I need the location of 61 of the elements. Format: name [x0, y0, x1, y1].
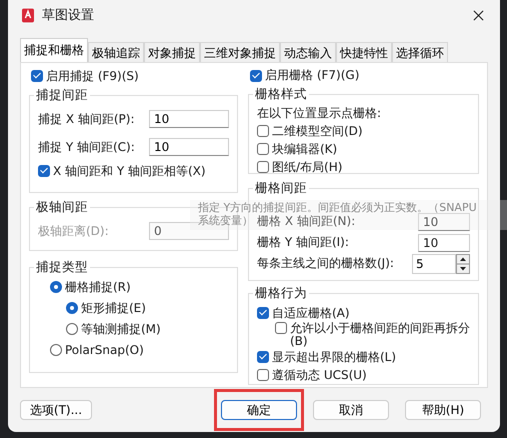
caption-text: 在以下位置显示点栅格: — [257, 105, 382, 122]
group-title: 捕捉间距 — [35, 87, 89, 104]
tab[interactable]: 动态输入 — [280, 42, 336, 62]
spinner-arrows-icon[interactable] — [456, 254, 470, 274]
options-button[interactable]: 选项(T)... — [20, 400, 92, 420]
radio-label: 等轴测捕捉(M) — [81, 320, 161, 338]
checkbox-label: X 轴间距和 Y 轴间距相等(X) — [53, 162, 206, 180]
group-title: 捕捉类型 — [35, 259, 89, 276]
checkbox-label: 启用栅格 (F7)(G) — [265, 67, 360, 84]
field-label: 捕捉 X 轴间距(P): — [38, 110, 134, 128]
checkbox[interactable] — [257, 369, 269, 381]
field-label: 每条主线之间的栅格数(J): — [257, 255, 394, 272]
checkbox-label: 允许以小于栅格间距的间距再拆分(B) — [290, 322, 470, 348]
tab[interactable]: 捕捉和栅格 — [20, 38, 88, 62]
checkbox[interactable] — [257, 143, 269, 155]
group-title: 栅格行为 — [254, 285, 308, 302]
dialog-button[interactable]: 帮助(H) — [405, 400, 481, 420]
radio-button[interactable] — [66, 302, 78, 314]
tab[interactable]: 对象捕捉 — [144, 42, 200, 62]
close-icon[interactable] — [473, 10, 484, 20]
radio-button[interactable] — [50, 344, 62, 356]
dialog-button[interactable]: 取消 — [313, 400, 389, 420]
tab[interactable]: 选择循环 — [392, 42, 448, 62]
checkbox-label: 显示超出界限的栅格(L) — [272, 348, 396, 366]
checkbox[interactable] — [275, 322, 287, 334]
radio-label: PolarSnap(O) — [65, 343, 144, 357]
app-icon — [22, 8, 34, 22]
group-title: 栅格样式 — [254, 86, 308, 103]
field-label: 栅格 X 轴间距(N): — [257, 213, 356, 230]
tab[interactable]: 极轴追踪 — [88, 42, 144, 62]
checkbox-label: 遵循动态 UCS(U) — [272, 366, 367, 384]
tab[interactable]: 三维对象捕捉 — [200, 42, 280, 62]
checkbox-label: 自适应栅格(A) — [272, 304, 350, 322]
checkbox-label: 启用捕捉 (F9)(S) — [46, 68, 139, 84]
input-field[interactable]: 10 — [418, 234, 470, 252]
radio-label: 矩形捕捉(E) — [81, 300, 146, 316]
tab[interactable]: 快捷特性 — [336, 42, 392, 62]
group-title: 极轴间距 — [35, 199, 89, 216]
group-title: 栅格间距 — [254, 180, 308, 197]
tooltip-text: 指定 Y方向的捕捉间距。间距值必须为正实数。（SNAPU — [198, 201, 477, 214]
checkbox[interactable] — [250, 70, 262, 82]
radio-button[interactable] — [66, 323, 78, 335]
window-title: 草图设置 — [42, 7, 94, 24]
checkbox[interactable] — [257, 161, 269, 173]
checkbox-label: 块编辑器(K) — [272, 140, 338, 158]
field-label: 栅格 Y 轴间距(I): — [257, 234, 349, 251]
checkbox-label: 二维模型空间(D) — [272, 122, 363, 140]
checkbox[interactable] — [38, 165, 50, 177]
checkbox-label: 图纸/布局(H) — [272, 158, 342, 176]
field-label: 捕捉 Y 轴间距(C): — [38, 138, 135, 156]
input-field[interactable]: 10 — [418, 212, 470, 230]
checkbox[interactable] — [257, 351, 269, 363]
field-label: 极轴距离(D): — [38, 222, 109, 240]
input-field[interactable]: 10 — [149, 110, 229, 128]
checkbox[interactable] — [31, 70, 43, 82]
radio-label: 栅格捕捉(R) — [65, 278, 131, 296]
input-field[interactable]: 10 — [149, 138, 229, 156]
checkbox[interactable] — [257, 307, 269, 319]
radio-button[interactable] — [50, 281, 62, 293]
dialog-button[interactable]: 确定 — [221, 400, 297, 420]
checkbox[interactable] — [257, 125, 269, 137]
